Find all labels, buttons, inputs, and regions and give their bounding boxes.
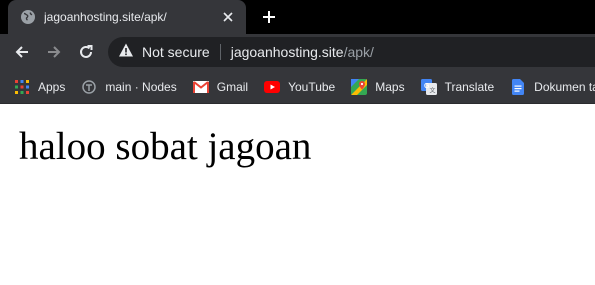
translate-icon: G文: [420, 78, 437, 95]
new-tab-icon[interactable]: [260, 8, 278, 26]
bookmark-label: Dokumen ta: [534, 79, 595, 94]
close-icon[interactable]: [220, 9, 236, 25]
omnibox-divider: [219, 44, 221, 60]
docs-icon: [510, 78, 526, 95]
bookmark-label: Maps: [375, 79, 405, 94]
bookmark-label: YouTube: [288, 79, 336, 94]
nodes-icon: [81, 79, 97, 95]
youtube-icon: [264, 79, 281, 95]
bookmark-dokumen[interactable]: Dokumen ta: [510, 78, 595, 95]
url-host: jagoanhosting.site: [230, 44, 344, 60]
url-path: /apk/: [343, 44, 374, 60]
bookmark-label: Gmail: [216, 79, 249, 94]
bookmarks-bar: Apps main · Nodes Gmail YouTube Maps G文 …: [0, 70, 595, 104]
apps-grid-icon: [14, 79, 30, 95]
bookmark-main-nodes[interactable]: main · Nodes: [81, 79, 177, 95]
bookmark-maps[interactable]: Maps: [351, 78, 405, 95]
bookmark-label: Translate: [444, 79, 495, 94]
bookmark-label: main · Nodes: [105, 79, 177, 94]
bookmark-youtube[interactable]: YouTube: [264, 79, 335, 95]
back-arrow-icon[interactable]: [12, 42, 32, 62]
globe-icon: [20, 9, 36, 25]
gmail-icon: [192, 79, 209, 95]
security-label[interactable]: Not secure: [142, 44, 210, 60]
page-heading: haloo sobat jagoan: [19, 125, 312, 168]
bookmark-label: Apps: [38, 79, 66, 94]
warning-icon[interactable]: [118, 42, 134, 63]
url-text[interactable]: jagoanhosting.site/apk/: [231, 44, 374, 60]
bookmark-gmail[interactable]: Gmail: [192, 79, 249, 95]
tab-strip: jagoanhosting.site/apk/: [0, 0, 595, 34]
bookmark-translate[interactable]: G文 Translate: [420, 78, 495, 95]
bookmark-apps[interactable]: Apps: [14, 79, 65, 95]
tab-title: jagoanhosting.site/apk/: [44, 10, 167, 24]
toolbar: Not secure jagoanhosting.site/apk/: [0, 34, 595, 70]
reload-icon[interactable]: [76, 42, 96, 62]
maps-icon: [351, 78, 368, 95]
forward-arrow-icon[interactable]: [44, 42, 64, 62]
active-tab[interactable]: jagoanhosting.site/apk/: [8, 0, 246, 34]
address-bar[interactable]: Not secure jagoanhosting.site/apk/: [108, 37, 595, 67]
svg-text:文: 文: [429, 86, 435, 94]
